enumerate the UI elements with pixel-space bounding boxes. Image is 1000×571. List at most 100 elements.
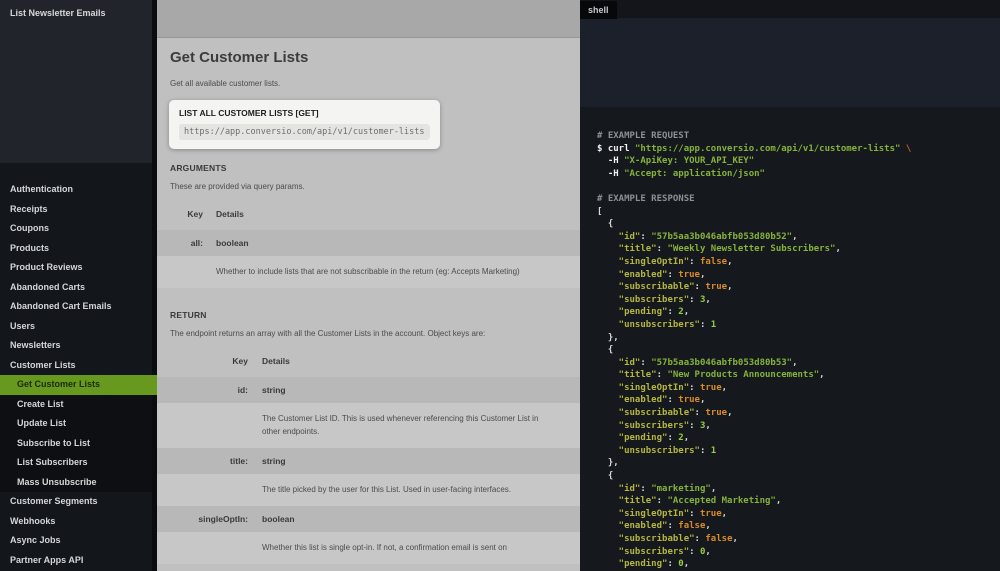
code-token-pl: , xyxy=(705,421,710,431)
code-token-pl: : xyxy=(689,295,700,305)
sidebar-subitem-list-subscribers[interactable]: List Subscribers xyxy=(0,453,157,473)
code-token-pl: : xyxy=(689,547,700,557)
code-token-pl: , xyxy=(700,270,705,280)
content-topbar xyxy=(157,0,580,38)
code-token-kw: "title" xyxy=(597,244,657,254)
sidebar-subitem-get-customer-lists[interactable]: Get Customer Lists xyxy=(0,375,157,395)
arguments-table-body: all:booleanWhether to include lists that… xyxy=(157,230,580,288)
param-key: all: xyxy=(157,238,203,248)
code-token-st: "Weekly Newsletter Subscribers" xyxy=(667,244,835,254)
param-key: title: xyxy=(157,456,248,466)
code-token-st: "New Products Announcements" xyxy=(667,370,819,380)
sidebar-item-products[interactable]: Products xyxy=(0,239,157,259)
sidebar-item-abandoned-cart-emails[interactable]: Abandoned Cart Emails xyxy=(0,297,157,317)
code-token-pl: [ xyxy=(597,207,602,217)
sidebar-subitem-update-list[interactable]: Update List xyxy=(0,414,157,434)
column-header-key: Key xyxy=(157,356,248,366)
code-token-kw: "id" xyxy=(597,484,640,494)
code-token-pl: : xyxy=(640,232,651,242)
sidebar-section-list-after: Customer SegmentsWebhooksAsync JobsPartn… xyxy=(0,492,157,570)
sidebar-item-product-reviews[interactable]: Product Reviews xyxy=(0,258,157,278)
param-description: Whether to include lists that are not su… xyxy=(216,265,528,278)
return-heading: RETURN xyxy=(170,310,567,320)
table-row-key-type: id:string xyxy=(157,377,580,403)
code-column: shell # EXAMPLE REQUEST $ curl "https://… xyxy=(580,0,1000,571)
sidebar-section-list: AuthenticationReceiptsCouponsProductsPro… xyxy=(0,180,157,375)
code-token-pl: : xyxy=(667,433,678,443)
sidebar-item-newsletters[interactable]: Newsletters xyxy=(0,336,157,356)
sidebar-item-users[interactable]: Users xyxy=(0,317,157,337)
code-token-kw: "enabled" xyxy=(597,521,667,531)
sidebar-item-abandoned-carts[interactable]: Abandoned Carts xyxy=(0,278,157,298)
code-token-pl: , xyxy=(727,282,732,292)
arguments-note: These are provided via query params. xyxy=(170,182,567,191)
code-token-kw: "subscribers" xyxy=(597,421,689,431)
sidebar-item-receipts[interactable]: Receipts xyxy=(0,200,157,220)
tab-shell[interactable]: shell xyxy=(580,1,617,19)
code-token-pl: : xyxy=(695,534,706,544)
code-panel-spacer xyxy=(580,18,1000,107)
code-token-pl: , xyxy=(705,547,710,557)
code-token-kw: "subscribable" xyxy=(597,282,695,292)
code-token-pl: : xyxy=(667,307,678,317)
code-token-pl: { xyxy=(597,219,613,229)
param-key: singleOptIn: xyxy=(157,514,248,524)
sidebar-item-list-newsletter-emails[interactable]: List Newsletter Emails xyxy=(0,4,157,22)
sidebar-item-authentication[interactable]: Authentication xyxy=(0,180,157,200)
code-token-pl: , xyxy=(819,370,824,380)
param-key-spacer xyxy=(157,541,248,554)
sidebar-item-webhooks[interactable]: Webhooks xyxy=(0,512,157,532)
code-token-st: "57b5aa3b046abfb053d80b53" xyxy=(651,358,792,368)
code-token-es: \ xyxy=(906,144,911,154)
sidebar-item-async-jobs[interactable]: Async Jobs xyxy=(0,531,157,551)
code-token-bo: true xyxy=(705,408,727,418)
code-token-pl: : xyxy=(700,446,711,456)
code-token-kw: "title" xyxy=(597,496,657,506)
code-token-pl: : xyxy=(657,370,668,380)
code-token-pl: , xyxy=(732,534,737,544)
code-token-pl: , xyxy=(727,257,732,267)
code-token-kw: "id" xyxy=(597,358,640,368)
param-type: string xyxy=(262,385,558,395)
sidebar-item-coupons[interactable]: Coupons xyxy=(0,219,157,239)
code-token-pl: , xyxy=(792,358,797,368)
code-token-pl: , xyxy=(711,484,716,494)
sidebar-nav: AuthenticationReceiptsCouponsProductsPro… xyxy=(0,163,157,570)
code-token-kw: "singleOptIn" xyxy=(597,509,689,519)
sidebar: List Newsletter Emails AuthenticationRec… xyxy=(0,0,157,571)
code-token-st: "marketing" xyxy=(651,484,711,494)
return-note: The endpoint returns an array with all t… xyxy=(170,329,567,338)
table-row-description: The title picked by the user for this Li… xyxy=(157,474,580,506)
code-token-kw: "pending" xyxy=(597,307,667,317)
column-header-details: Details xyxy=(262,356,558,366)
return-table-body: id:stringThe Customer List ID. This is u… xyxy=(157,377,580,564)
code-token-pl: }, xyxy=(597,458,619,468)
param-description: The title picked by the user for this Li… xyxy=(262,483,558,496)
code-token-bo: true xyxy=(705,282,727,292)
code-token-kw: "singleOptIn" xyxy=(597,383,689,393)
code-token-pl: : xyxy=(640,484,651,494)
sidebar-subitem-mass-unsubscribe[interactable]: Mass Unsubscribe xyxy=(0,473,157,493)
code-token-cm: # EXAMPLE REQUEST xyxy=(597,131,689,141)
sidebar-item-customer-segments[interactable]: Customer Segments xyxy=(0,492,157,512)
code-token-st: "https://app.conversio.com/api/v1/custom… xyxy=(635,144,901,154)
sidebar-subitem-create-list[interactable]: Create List xyxy=(0,395,157,415)
sidebar-subitem-subscribe-to-list[interactable]: Subscribe to List xyxy=(0,434,157,454)
sidebar-active-section-group: Get Customer ListsCreate ListUpdate List… xyxy=(0,375,157,492)
code-token-pl: , xyxy=(700,395,705,405)
sidebar-item-partner-apps-api[interactable]: Partner Apps API xyxy=(0,551,157,571)
code-token-kw: "subscribable" xyxy=(597,534,695,544)
code-token-bo: true xyxy=(678,395,700,405)
code-token-pl: : xyxy=(689,421,700,431)
sidebar-item-customer-lists[interactable]: Customer Lists xyxy=(0,356,157,376)
code-token-pl: : xyxy=(657,244,668,254)
code-token-pl: , xyxy=(727,408,732,418)
code-token-pl: , xyxy=(792,232,797,242)
code-token-bo: true xyxy=(678,270,700,280)
code-example: # EXAMPLE REQUEST $ curl "https://app.co… xyxy=(580,107,1000,571)
code-token-pl: , xyxy=(684,307,689,317)
sidebar-previous-section: List Newsletter Emails xyxy=(0,0,157,163)
code-token-pl: : xyxy=(695,408,706,418)
code-token-pl: : xyxy=(689,509,700,519)
table-row-description: Whether to include lists that are not su… xyxy=(157,256,580,288)
